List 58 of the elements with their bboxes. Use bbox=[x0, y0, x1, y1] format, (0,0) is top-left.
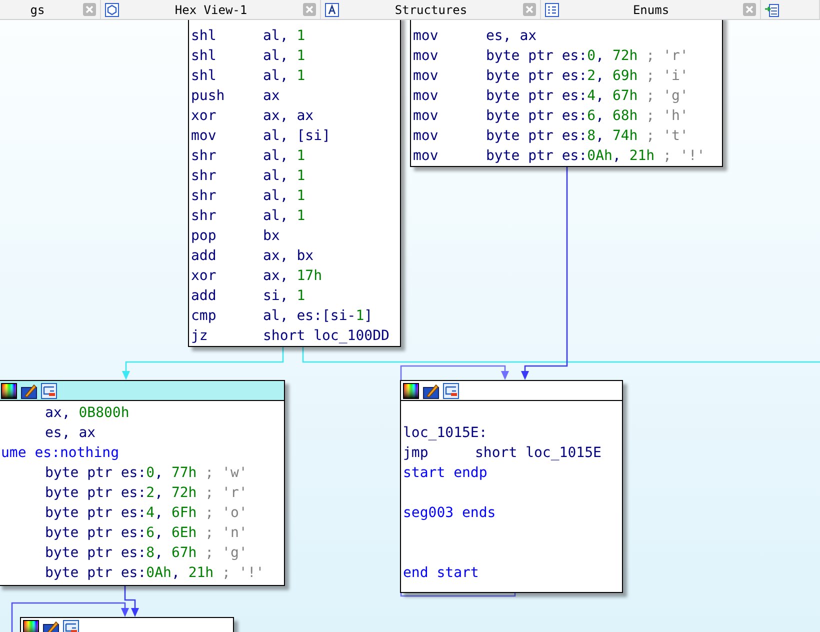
code-line: ume es:nothing bbox=[1, 444, 120, 463]
code-line: byte ptr es:0, 77h ; 'w' bbox=[44, 464, 248, 483]
code-line: byte ptr es:6, 6Eh ; 'n' bbox=[44, 524, 248, 543]
code-line: xor ax, ax bbox=[191, 107, 314, 126]
code-line: push ax bbox=[191, 87, 280, 106]
code-block[interactable]: mov es, ax mov byte ptr es:0, 72h ; 'r' mov byte ptr es:2, 69h ; 'i' mov byte ptr es:4, 67h ; 'g' mov byte ptr es:6, 68h ; 'h' mov byte ptr es:8, 74h ; 't' mov byte ptr es:0Ah, 21h ; '!' bbox=[410, 20, 723, 167]
pencil-icon[interactable] bbox=[21, 382, 37, 398]
code-line: byte ptr es:2, 72h ; 'r' bbox=[44, 484, 248, 503]
code-block[interactable]: ax, 0B800h es, ax ume es:nothing byte ptr es:0, 77h ; 'w' byte ptr es:2, 72h ; 'r' byte ptr es:4, 6Fh ; 'o' byte ptr es:6, 6Eh ; 'n' byte ptr es:8, 67h ; 'g' byte ptr es:0Ah, 21h ; '!' bbox=[0, 380, 285, 586]
tab[interactable]: Structures bbox=[321, 0, 541, 19]
code-line: loc_1015E: bbox=[403, 424, 488, 443]
code-line: shl al, 1 bbox=[191, 27, 306, 46]
code-line: byte ptr es:8, 67h ; 'g' bbox=[44, 544, 248, 563]
code-line: byte ptr es:4, 6Fh ; 'o' bbox=[44, 504, 248, 523]
code-line: mov byte ptr es:6, 68h ; 'h' bbox=[413, 107, 688, 126]
export-icon bbox=[765, 2, 779, 16]
list-icon bbox=[545, 2, 559, 16]
code-line: add si, 1 bbox=[191, 287, 306, 306]
code-line: mov es, ax bbox=[413, 27, 537, 46]
palette-icon[interactable] bbox=[403, 382, 419, 398]
code-line: ax, 0B800h bbox=[44, 404, 130, 423]
code-line: shr al, 1 bbox=[191, 147, 306, 166]
tab[interactable]: Enums bbox=[541, 0, 761, 19]
code-line: seg003 ends bbox=[403, 504, 496, 523]
code-line: mov byte ptr es:4, 67h ; 'g' bbox=[413, 87, 688, 106]
palette-icon[interactable] bbox=[23, 620, 39, 632]
code-block[interactable]: shl al, 1 shl al, 1 shl al, 1 push ax xor ax, ax mov al, [si] shr al, 1 shr al, 1 shr al, 1 shr al, 1 pop bx add ax, bx xor ax, 17h add si, 1 cmp al, es:[si-1] jz short loc_100DD bbox=[188, 20, 401, 347]
code-line: start endp bbox=[403, 464, 488, 483]
code-line: shr al, 1 bbox=[191, 187, 306, 206]
code-line: mov byte ptr es:0Ah, 21h ; '!' bbox=[413, 147, 706, 166]
structure-icon bbox=[325, 2, 339, 16]
code-line: shr al, 1 bbox=[191, 207, 306, 226]
code-line: jmp short loc_1015E bbox=[403, 444, 602, 463]
pencil-icon[interactable] bbox=[43, 620, 59, 632]
graph-icon[interactable] bbox=[41, 382, 57, 398]
code-line: byte ptr es:0Ah, 21h ; '!' bbox=[44, 564, 264, 583]
code-line: shl al, 1 bbox=[191, 47, 306, 66]
code-line: end start bbox=[403, 564, 479, 583]
code-block[interactable]: loc_1015E: jmp short loc_1015E start endp seg003 ends end start bbox=[400, 380, 623, 593]
code-line: mov al, [si] bbox=[191, 127, 330, 146]
code-line: mov byte ptr es:2, 69h ; 'i' bbox=[413, 67, 688, 86]
code-line: add ax, bx bbox=[191, 247, 314, 266]
code-line: es, ax bbox=[44, 424, 96, 443]
tab[interactable]: Hex View-1 bbox=[101, 0, 321, 19]
tab[interactable]: gs bbox=[0, 0, 101, 19]
graph-icon[interactable] bbox=[443, 382, 459, 398]
code-line: shr al, 1 bbox=[191, 167, 306, 186]
code-line: xor ax, 17h bbox=[191, 267, 322, 286]
graph-icon[interactable] bbox=[63, 620, 79, 632]
hexagon-icon bbox=[105, 2, 119, 16]
code-line: shl al, 1 bbox=[191, 67, 306, 86]
code-line: mov byte ptr es:8, 74h ; 't' bbox=[413, 127, 688, 146]
palette-icon[interactable] bbox=[1, 382, 17, 398]
pencil-icon[interactable] bbox=[423, 382, 439, 398]
code-line: pop bx bbox=[191, 227, 280, 246]
code-line: mov byte ptr es:0, 72h ; 'r' bbox=[413, 47, 688, 66]
code-line: jz short loc_100DD bbox=[191, 327, 390, 346]
code-line: cmp al, es:[si-1] bbox=[191, 307, 373, 326]
